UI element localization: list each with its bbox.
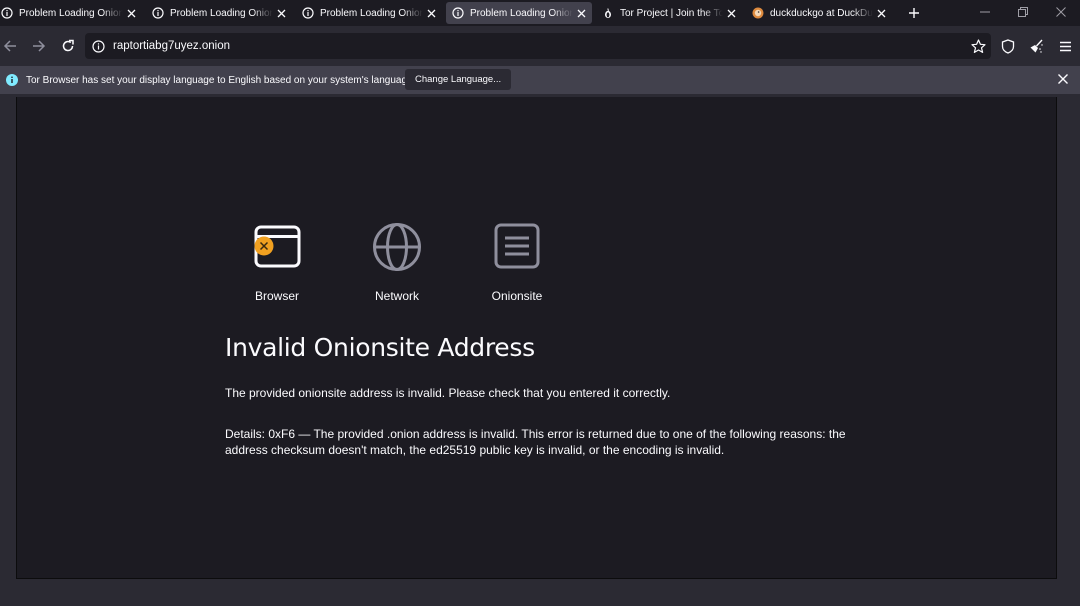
plus-icon — [909, 8, 919, 18]
url-text[interactable]: raptortiabg7uyez.onion — [113, 40, 230, 52]
diagram-label: Onionsite — [491, 289, 543, 303]
close-tab-icon[interactable] — [725, 7, 737, 19]
tab-1[interactable]: Problem Loading Onionsite — [146, 2, 292, 24]
back-arrow-icon — [3, 40, 16, 52]
info-icon — [1, 7, 13, 19]
navigation-toolbar: raptortiabg7uyez.onion — [0, 30, 1080, 62]
close-tab-icon[interactable] — [425, 7, 437, 19]
reload-button[interactable] — [54, 32, 82, 60]
error-title: Invalid Onionsite Address — [225, 333, 535, 362]
restore-button[interactable] — [1004, 0, 1042, 24]
error-details: Details: 0xF6 — The provided .onion addr… — [225, 427, 846, 457]
diagram-label: Network — [374, 289, 419, 303]
tab-title: duckduckgo at DuckDuckGo — [770, 7, 873, 19]
info-icon — [452, 7, 464, 19]
tab-title: Problem Loading Onionsite — [320, 7, 423, 19]
broom-icon — [1030, 39, 1043, 53]
tab-5[interactable]: duckduckgo at DuckDuckGo — [746, 2, 892, 24]
info-icon — [6, 74, 18, 86]
back-button[interactable] — [0, 32, 24, 60]
tab-title: Problem Loading Onionsite — [170, 7, 273, 19]
error-badge-icon — [254, 236, 274, 256]
language-notification-bar: Tor Browser has set your display languag… — [0, 66, 1080, 94]
globe-icon — [369, 219, 425, 275]
window-controls — [966, 0, 1080, 24]
diagram-node-network: Network — [337, 219, 457, 303]
error-description: The provided onionsite address is invali… — [225, 386, 671, 400]
tab-3-selected[interactable]: Problem Loading Onionsite — [446, 2, 592, 24]
forward-arrow-icon — [33, 40, 46, 52]
info-icon — [302, 7, 314, 19]
diagram-label: Browser — [254, 289, 299, 303]
url-bar[interactable]: raptortiabg7uyez.onion — [85, 33, 991, 59]
minimize-button[interactable] — [966, 0, 1004, 24]
toolbar-right — [964, 32, 1080, 60]
shield-icon — [1001, 38, 1014, 54]
minimize-icon — [980, 11, 990, 13]
diagram-node-browser: Browser — [217, 219, 337, 303]
new-identity-button[interactable] — [1022, 32, 1051, 60]
site-info-icon[interactable] — [86, 39, 110, 53]
tab-4[interactable]: Tor Project | Join the Tor Sta — [596, 2, 742, 24]
close-window-button[interactable] — [1042, 0, 1080, 24]
close-tab-icon[interactable] — [125, 7, 137, 19]
new-tab-button[interactable] — [900, 0, 928, 26]
tab-2[interactable]: Problem Loading Onionsite — [296, 2, 442, 24]
document-icon — [489, 219, 545, 275]
tor-onion-icon — [602, 7, 614, 19]
tab-title: Problem Loading Onionsite — [470, 7, 573, 19]
diagram-node-onionsite: Onionsite — [457, 219, 577, 303]
app-menu-button[interactable] — [1051, 32, 1080, 60]
close-tab-icon[interactable] — [875, 7, 887, 19]
close-tab-icon[interactable] — [275, 7, 287, 19]
close-icon — [1056, 7, 1066, 17]
change-language-button[interactable]: Change Language... — [405, 69, 512, 90]
close-icon — [1058, 74, 1068, 84]
bookmark-star-button[interactable] — [964, 32, 993, 60]
tab-title: Problem Loading Onionsite — [19, 7, 123, 19]
error-page: Browser Network Onionsite Invalid Onions… — [16, 97, 1057, 579]
restore-icon — [1018, 7, 1028, 17]
close-notification-button[interactable] — [1057, 73, 1069, 85]
tab-title: Tor Project | Join the Tor Sta — [620, 7, 723, 19]
reload-icon — [62, 39, 74, 52]
info-icon — [152, 7, 164, 19]
tab-0[interactable]: Problem Loading Onionsite — [0, 2, 142, 24]
browser-window-icon — [249, 219, 305, 275]
tab-strip: Problem Loading Onionsite Problem Loadin… — [0, 0, 1080, 26]
star-icon — [971, 38, 986, 53]
hamburger-menu-icon — [1060, 41, 1071, 51]
notification-message: Tor Browser has set your display languag… — [26, 74, 416, 86]
duckduckgo-icon — [752, 7, 764, 19]
connection-diagram: Browser Network Onionsite — [217, 219, 577, 303]
close-tab-icon[interactable] — [575, 7, 587, 19]
forward-button[interactable] — [25, 32, 53, 60]
security-level-button[interactable] — [993, 32, 1022, 60]
